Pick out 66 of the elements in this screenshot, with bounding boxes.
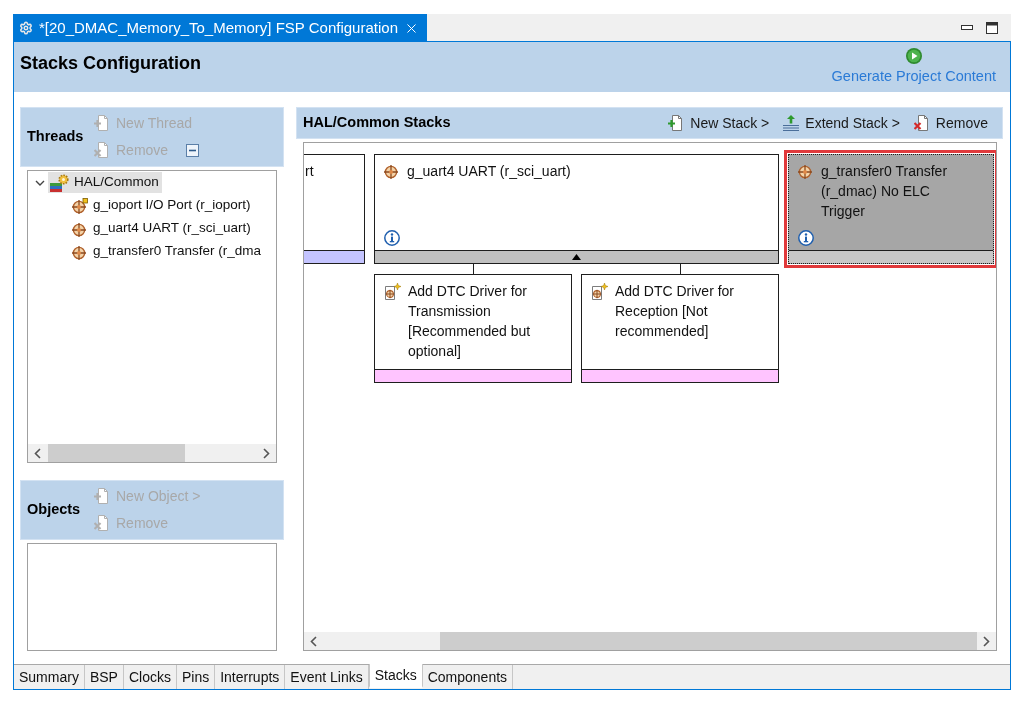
tree-item[interactable]: g_ioport I/O Port (r_ioport) xyxy=(70,195,254,216)
settings-icon xyxy=(19,20,33,36)
collapse-all-button[interactable] xyxy=(186,143,200,157)
document-add-icon xyxy=(668,115,685,131)
minimize-button[interactable] xyxy=(961,25,973,30)
flagged-crosshair-icon xyxy=(72,197,88,214)
bottom-tab[interactable]: Event Links xyxy=(285,665,369,689)
scroll-left-icon[interactable] xyxy=(309,635,317,647)
horizontal-scrollbar[interactable] xyxy=(28,444,276,462)
stack-arrow-icon xyxy=(783,115,800,131)
play-icon xyxy=(905,48,922,64)
minimize-icon xyxy=(961,25,973,30)
stack-node[interactable]: g_transfer0 Transfer (r_dmac) No ELC Trigger xyxy=(788,154,994,264)
document-remove-icon xyxy=(94,515,110,531)
page-title: Stacks Configuration xyxy=(20,52,202,75)
document-add-icon xyxy=(94,488,110,504)
stack-node[interactable]: Add DTC Driver for Transmission [Recommended but optional] xyxy=(374,274,572,383)
node-label: Add DTC Driver for Transmission [Recommended but optional] xyxy=(408,282,532,361)
scrollbar-thumb[interactable] xyxy=(439,632,978,650)
bottom-tab[interactable]: Components xyxy=(422,665,514,689)
node-label: g_uart4 UART (r_sci_uart) xyxy=(407,162,571,181)
bottom-tab[interactable]: Summary xyxy=(14,665,85,689)
collapse-all-icon xyxy=(186,143,200,157)
scroll-left-icon[interactable] xyxy=(34,447,41,459)
connector-line xyxy=(679,264,681,274)
crosshair-icon xyxy=(384,163,400,179)
document-add-icon xyxy=(94,115,110,131)
stack-node[interactable]: rt xyxy=(304,154,365,264)
scroll-right-icon[interactable] xyxy=(263,447,270,459)
toolbar-button[interactable]: Extend Stack > xyxy=(783,112,900,134)
toolbar-button[interactable]: Remove xyxy=(913,112,988,134)
document-remove-icon xyxy=(913,115,930,131)
bottom-tab[interactable]: Pins xyxy=(176,665,216,689)
stack-node[interactable]: g_uart4 UART (r_sci_uart) xyxy=(374,154,779,264)
node-label: rt xyxy=(305,162,314,181)
tree-item[interactable]: g_transfer0 Transfer (r_dma xyxy=(70,241,265,262)
panel-title: Threads xyxy=(27,127,85,147)
bottom-tab[interactable]: BSP xyxy=(84,665,124,689)
scrollbar-thumb[interactable] xyxy=(48,444,185,462)
crosshair-icon xyxy=(798,163,814,179)
bottom-tab[interactable]: Stacks xyxy=(368,664,423,688)
connector-line xyxy=(472,264,474,274)
component-add-icon xyxy=(384,283,401,300)
editor-tab[interactable]: *[20_DMAC_Memory_To_Memory] FSP Configuration xyxy=(13,14,427,42)
crosshair-icon xyxy=(72,243,88,260)
tree-item[interactable]: g_uart4 UART (r_sci_uart) xyxy=(70,218,254,239)
document-remove-icon xyxy=(94,142,110,158)
toolbar-button[interactable]: New Stack > xyxy=(668,112,770,134)
info-icon[interactable] xyxy=(798,230,814,246)
crosshair-icon xyxy=(72,220,88,237)
stack-node[interactable]: Add DTC Driver for Reception [Not recommended] xyxy=(581,274,779,383)
horizontal-scrollbar[interactable] xyxy=(304,632,996,650)
component-stack-icon xyxy=(50,173,69,192)
panel-title: HAL/Common Stacks xyxy=(303,113,451,133)
node-label: g_transfer0 Transfer (r_dmac) No ELC Trigger xyxy=(821,162,949,221)
scroll-right-icon[interactable] xyxy=(983,635,991,647)
maximize-button[interactable] xyxy=(986,21,998,34)
bottom-tab[interactable]: Clocks xyxy=(123,665,177,689)
collapse-triangle-icon[interactable] xyxy=(572,254,581,260)
component-add-icon xyxy=(591,283,608,300)
bottom-tab[interactable]: Interrupts xyxy=(215,665,286,689)
maximize-icon xyxy=(986,21,998,34)
info-icon[interactable] xyxy=(384,230,400,246)
tree-item[interactable]: HAL/Common xyxy=(48,172,162,193)
node-label: Add DTC Driver for Reception [Not recommended] xyxy=(615,282,736,341)
panel-title: Objects xyxy=(27,500,82,520)
